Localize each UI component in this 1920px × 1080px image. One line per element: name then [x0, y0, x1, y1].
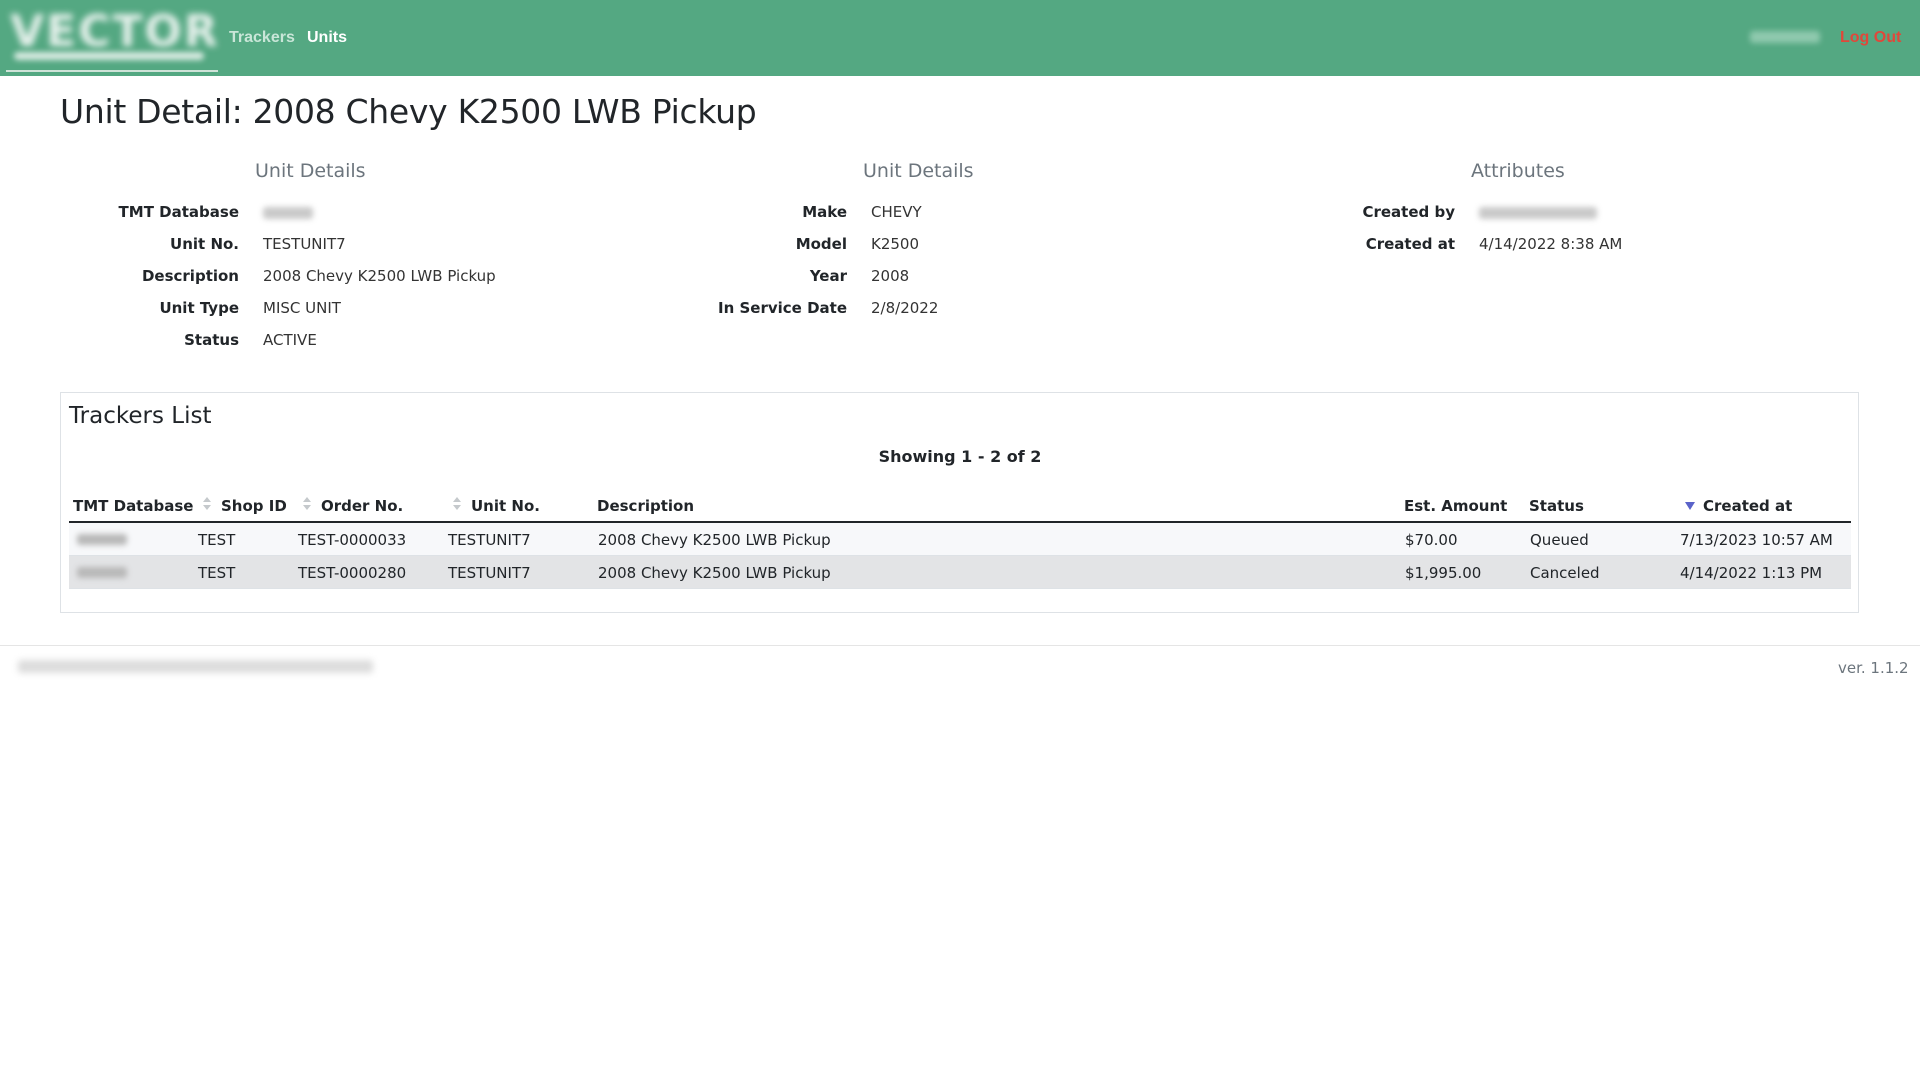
cell-status: Canceled — [1530, 564, 1600, 582]
field-label-unit-type: Unit Type — [159, 299, 239, 317]
field-value-status: ACTIVE — [263, 331, 317, 349]
field-value-year: 2008 — [871, 267, 910, 285]
cell-description: 2008 Chevy K2500 LWB Pickup — [598, 531, 831, 549]
cell-shop-id: TEST — [198, 564, 236, 582]
table-row[interactable]: TEST TEST-0000280 TESTUNIT7 2008 Chevy K… — [69, 556, 1851, 589]
brand-logo[interactable]: VECTOR — [6, 6, 218, 72]
column-header-order-no[interactable]: Order No. — [321, 497, 403, 515]
field-label-created-at: Created at — [1365, 235, 1455, 253]
nav-link-trackers[interactable]: Trackers — [229, 29, 295, 47]
table-row[interactable]: TEST TEST-0000033 TESTUNIT7 2008 Chevy K… — [69, 523, 1851, 556]
cell-created-at: 4/14/2022 1:13 PM — [1680, 564, 1823, 582]
field-label-unit-no: Unit No. — [170, 235, 239, 253]
cell-description: 2008 Chevy K2500 LWB Pickup — [598, 564, 831, 582]
field-value-description: 2008 Chevy K2500 LWB Pickup — [263, 267, 496, 285]
cell-tmt-database-redacted — [77, 567, 127, 578]
field-value-tmt-database-redacted — [263, 207, 313, 219]
column-header-unit-no[interactable]: Unit No. — [471, 497, 540, 515]
sort-icon[interactable] — [203, 497, 211, 511]
sort-icon[interactable] — [453, 497, 461, 511]
cell-est-amount: $1,995.00 — [1405, 564, 1482, 582]
cell-est-amount: $70.00 — [1405, 531, 1458, 549]
column-header-status[interactable]: Status — [1529, 497, 1584, 515]
cell-shop-id: TEST — [198, 531, 236, 549]
cell-order-no[interactable]: TEST-0000280 — [298, 564, 406, 582]
field-label-status: Status — [184, 331, 239, 349]
field-label-model: Model — [795, 235, 847, 253]
field-label-in-service-date: In Service Date — [718, 299, 847, 317]
pagination-summary: Showing 1 - 2 of 2 — [878, 447, 1042, 466]
section-heading-attributes: Attributes — [1471, 160, 1565, 182]
column-header-tmt-database[interactable]: TMT Database — [73, 497, 193, 515]
field-value-in-service-date: 2/8/2022 — [871, 299, 939, 317]
field-label-tmt-database: TMT Database — [118, 203, 239, 221]
nav-link-units[interactable]: Units — [307, 29, 347, 47]
cell-order-no[interactable]: TEST-0000033 — [298, 531, 406, 549]
field-value-created-by-redacted — [1479, 207, 1597, 219]
field-value-created-at: 4/14/2022 8:38 AM — [1479, 235, 1623, 253]
footer-divider — [0, 645, 1920, 646]
cell-status: Queued — [1530, 531, 1589, 549]
logout-link[interactable]: Log Out — [1840, 29, 1901, 47]
column-header-shop-id[interactable]: Shop ID — [221, 497, 287, 515]
column-header-description[interactable]: Description — [597, 497, 694, 515]
field-label-year: Year — [809, 267, 847, 285]
column-header-est-amount[interactable]: Est. Amount — [1404, 497, 1507, 515]
section-heading-unit-details: Unit Details — [255, 160, 366, 182]
logo-image: VECTOR — [10, 6, 220, 57]
field-value-model: K2500 — [871, 235, 920, 253]
field-value-unit-no: TESTUNIT7 — [263, 235, 346, 253]
section-heading-unit-details-2: Unit Details — [863, 160, 974, 182]
logo-tagline-redacted — [14, 52, 204, 60]
field-value-make: CHEVY — [871, 203, 922, 221]
sort-icon[interactable] — [303, 497, 311, 511]
field-value-unit-type: MISC UNIT — [263, 299, 341, 317]
cell-created-at: 7/13/2023 10:57 AM — [1680, 531, 1833, 549]
trackers-list-title: Trackers List — [69, 403, 212, 429]
field-label-make: Make — [802, 203, 847, 221]
app-version: ver. 1.1.2 — [1838, 659, 1909, 677]
field-label-created-by: Created by — [1362, 203, 1455, 221]
user-name-redacted[interactable] — [1750, 31, 1820, 43]
cell-unit-no: TESTUNIT7 — [448, 531, 531, 549]
footer-copyright-redacted — [18, 660, 373, 673]
sort-descending-icon[interactable] — [1685, 502, 1695, 510]
cell-unit-no: TESTUNIT7 — [448, 564, 531, 582]
page-title: Unit Detail: 2008 Chevy K2500 LWB Pickup — [60, 92, 757, 131]
cell-tmt-database-redacted — [77, 534, 127, 545]
top-navbar: VECTOR Trackers Units Log Out — [0, 0, 1920, 76]
column-header-created-at[interactable]: Created at — [1703, 497, 1792, 515]
field-label-description: Description — [141, 267, 239, 285]
